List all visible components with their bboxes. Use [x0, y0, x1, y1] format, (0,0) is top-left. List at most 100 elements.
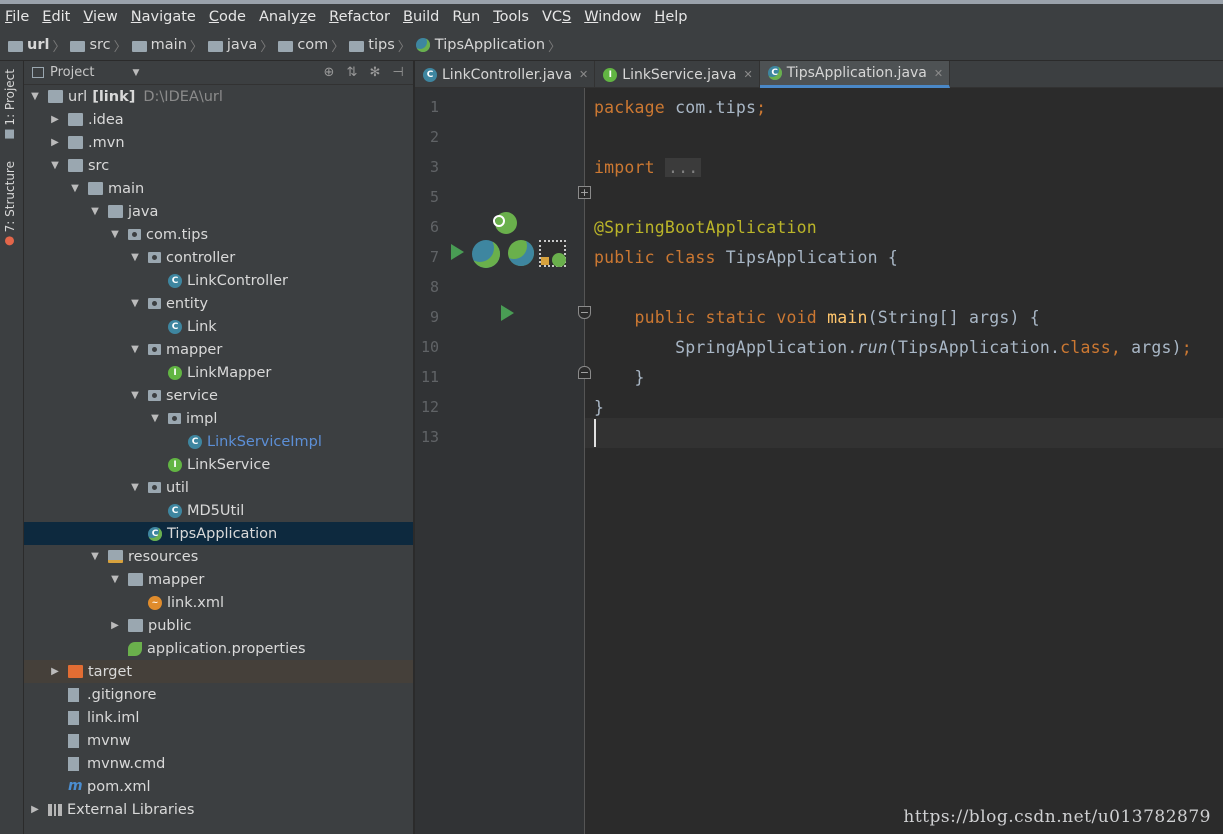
expand-arrow-icon[interactable]: ▶ — [108, 620, 122, 631]
editor-tab[interactable]: I LinkService.java ✕ — [595, 61, 760, 88]
tree-item-label: controller — [166, 249, 236, 266]
collapse-arrow-icon[interactable]: ▼ — [88, 551, 102, 562]
spring-bean-class-icon[interactable] — [472, 240, 500, 268]
collapse-arrow-icon[interactable]: ▼ — [128, 390, 142, 401]
spring-config-icon[interactable] — [539, 240, 566, 267]
collapse-arrow-icon[interactable]: ▼ — [108, 574, 122, 585]
project-panel-title[interactable]: Project — [50, 65, 94, 80]
menu-VCS[interactable]: VCS — [542, 9, 571, 25]
fold-collapse-end-icon[interactable]: − — [578, 366, 591, 379]
collapse-all-icon[interactable]: ⇅ — [343, 64, 361, 82]
close-tab-icon[interactable]: ✕ — [579, 68, 588, 81]
tree-item[interactable]: ▶application.properties — [24, 637, 413, 660]
tree-item[interactable]: ▼ java — [24, 200, 413, 223]
fold-collapse-icon[interactable]: − — [578, 306, 591, 319]
tree-item[interactable]: ▼ controller — [24, 246, 413, 269]
menu-Analyze[interactable]: Analyze — [259, 9, 316, 25]
menu-Build[interactable]: Build — [403, 9, 439, 25]
tree-item[interactable]: ▶CLinkController — [24, 269, 413, 292]
close-tab-icon[interactable]: ✕ — [934, 67, 943, 80]
collapse-arrow-icon[interactable]: ▼ — [68, 183, 82, 194]
menu-Window[interactable]: Window — [584, 9, 641, 25]
menu-Tools[interactable]: Tools — [493, 9, 529, 25]
menu-View[interactable]: View — [83, 9, 117, 25]
expand-arrow-icon[interactable]: ▶ — [48, 114, 62, 125]
tree-item[interactable]: ▼ src — [24, 154, 413, 177]
spring-component-icon[interactable] — [508, 240, 534, 266]
project-tool-tab[interactable]: 1: Project — [3, 69, 17, 139]
expand-arrow-icon[interactable]: ▶ — [48, 137, 62, 148]
tree-item-label: MD5Util — [187, 502, 245, 519]
tree-item[interactable]: ▶ILinkService — [24, 453, 413, 476]
tree-item[interactable]: ▶ .mvn — [24, 131, 413, 154]
tree-item[interactable]: ▶mvnw — [24, 729, 413, 752]
tree-item[interactable]: ▼ service — [24, 384, 413, 407]
class-icon: C — [188, 434, 202, 449]
tree-item[interactable]: ▼ mapper — [24, 568, 413, 591]
breadcrumb-item[interactable]: src — [70, 37, 111, 53]
breadcrumb-item[interactable]: tips — [349, 37, 395, 53]
expand-arrow-icon[interactable]: ▶ — [48, 666, 62, 677]
folded-imports[interactable]: ... — [664, 158, 702, 177]
tree-item[interactable]: ▶CMD5Util — [24, 499, 413, 522]
structure-tool-tab[interactable]: 7: Structure — [3, 161, 17, 246]
menu-Navigate[interactable]: Navigate — [131, 9, 196, 25]
tree-item[interactable]: ▼ url [link] D:\IDEA\url — [24, 85, 413, 108]
settings-gear-icon[interactable]: ✻ — [366, 64, 384, 82]
tree-item[interactable]: ▼ resources — [24, 545, 413, 568]
tree-item[interactable]: ▶~link.xml — [24, 591, 413, 614]
collapse-arrow-icon[interactable]: ▼ — [28, 91, 42, 102]
collapse-arrow-icon[interactable]: ▼ — [128, 482, 142, 493]
tree-item[interactable]: ▶ILinkMapper — [24, 361, 413, 384]
tree-item[interactable]: ▶CTipsApplication — [24, 522, 413, 545]
run-application-icon[interactable] — [451, 244, 464, 260]
tree-item[interactable]: ▶mvnw.cmd — [24, 752, 413, 775]
menu-File[interactable]: File — [5, 9, 29, 25]
tree-item[interactable]: ▼ mapper — [24, 338, 413, 361]
collapse-arrow-icon[interactable]: ▼ — [128, 252, 142, 263]
breadcrumb-item[interactable]: url — [8, 37, 49, 53]
collapse-arrow-icon[interactable]: ▼ — [128, 344, 142, 355]
collapse-arrow-icon[interactable]: ▼ — [128, 298, 142, 309]
editor-tab[interactable]: C TipsApplication.java ✕ — [759, 61, 951, 88]
tree-item[interactable]: ▶link.iml — [24, 706, 413, 729]
run-main-icon[interactable] — [501, 305, 514, 321]
tree-item[interactable]: ▼ util — [24, 476, 413, 499]
tree-item[interactable]: ▶CLink — [24, 315, 413, 338]
collapse-arrow-icon[interactable]: ▼ — [48, 160, 62, 171]
menu-Code[interactable]: Code — [209, 9, 246, 25]
tree-item[interactable]: ▼ impl — [24, 407, 413, 430]
menu-Refactor[interactable]: Refactor — [329, 9, 390, 25]
tree-item[interactable]: ▼ entity — [24, 292, 413, 315]
menu-Run[interactable]: Run — [452, 9, 480, 25]
tree-item[interactable]: ▶ target — [24, 660, 413, 683]
tree-item[interactable]: ▶ public — [24, 614, 413, 637]
code-text-area[interactable]: package com.tips; import ... @SpringBootAp… — [594, 88, 1223, 834]
tree-item[interactable]: ▶mpom.xml — [24, 775, 413, 798]
collapse-arrow-icon[interactable]: ▼ — [88, 206, 102, 217]
editor-tab[interactable]: C LinkController.java ✕ — [415, 61, 596, 88]
menu-Edit[interactable]: Edit — [42, 9, 70, 25]
locate-file-icon[interactable]: ⊕ — [320, 64, 338, 82]
collapse-arrow-icon[interactable]: ▼ — [108, 229, 122, 240]
tree-item[interactable]: ▼ main — [24, 177, 413, 200]
view-mode-dropdown-icon[interactable]: ▼ — [132, 68, 139, 78]
expand-arrow-icon[interactable]: ▶ — [28, 804, 42, 815]
breadcrumb-item[interactable]: com — [278, 37, 328, 53]
breadcrumb-item[interactable]: java — [207, 37, 257, 53]
tree-item[interactable]: ▶CLinkServiceImpl — [24, 430, 413, 453]
tree-item[interactable]: ▶ External Libraries — [24, 798, 413, 821]
close-tab-icon[interactable]: ✕ — [743, 68, 752, 81]
hide-panel-icon[interactable]: ⊣ — [389, 64, 407, 82]
tree-item[interactable]: ▶ .idea — [24, 108, 413, 131]
file-icon — [68, 687, 79, 702]
tree-item[interactable]: ▼ com.tips — [24, 223, 413, 246]
fold-expand-icon[interactable]: + — [578, 186, 591, 199]
tree-item[interactable]: ▶.gitignore — [24, 683, 413, 706]
tree-item-label: mapper — [148, 571, 205, 588]
breadcrumb-item[interactable]: main — [131, 37, 187, 53]
code-token: } — [594, 368, 645, 387]
collapse-arrow-icon[interactable]: ▼ — [148, 413, 162, 424]
breadcrumb-item[interactable]: TipsApplication — [415, 37, 545, 53]
menu-Help[interactable]: Help — [654, 9, 687, 25]
